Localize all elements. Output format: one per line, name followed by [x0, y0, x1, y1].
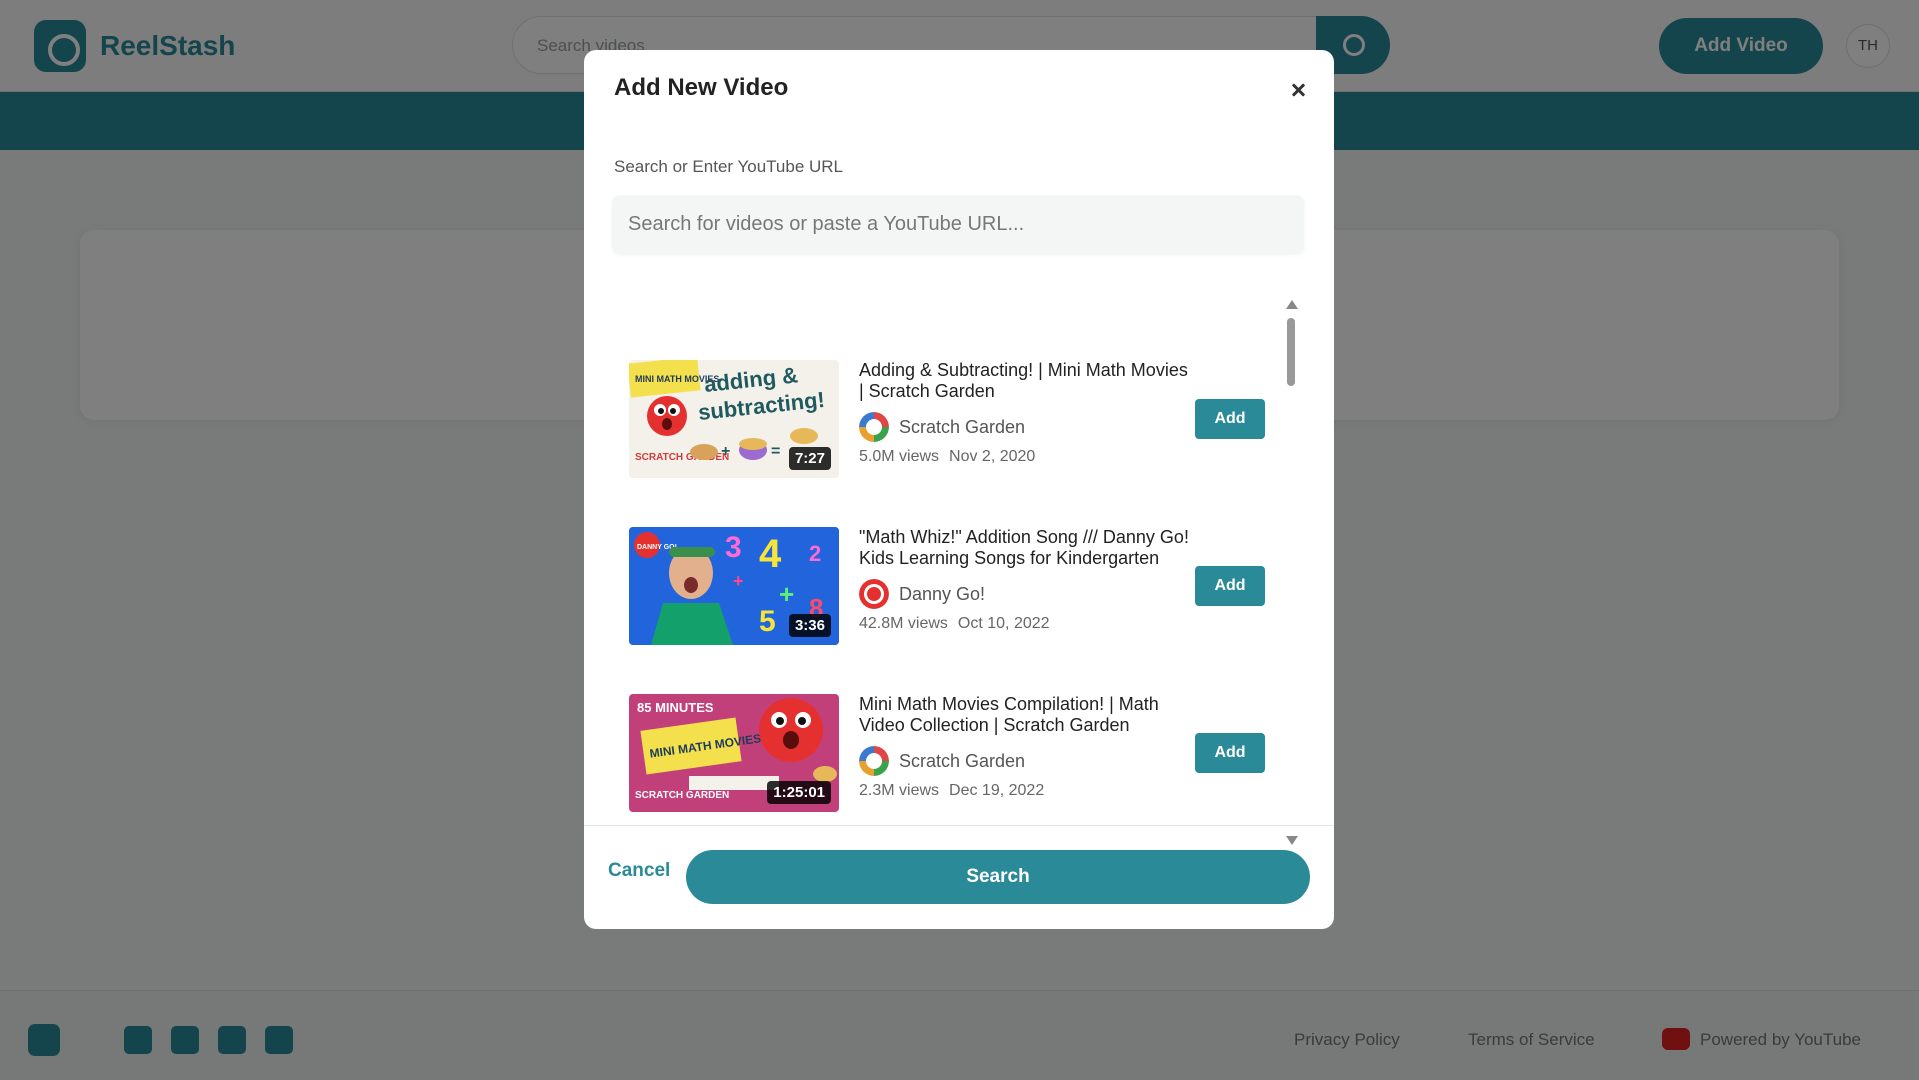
thumb3-top-text: 85 MINUTES: [637, 700, 714, 715]
svg-text:=: =: [771, 443, 780, 460]
svg-text:4: 4: [759, 532, 782, 576]
modal-title: Add New Video: [614, 74, 789, 101]
video-meta: 2.3M views Dec 19, 2022: [859, 782, 1044, 800]
footer-divider: [584, 825, 1334, 826]
video-duration: 1:25:01: [767, 781, 831, 804]
channel-name[interactable]: Scratch Garden: [899, 751, 1025, 772]
video-title[interactable]: "Math Whiz!" Addition Song /// Danny Go!…: [859, 527, 1189, 569]
video-meta: 5.0M views Nov 2, 2020: [859, 448, 1035, 466]
scroll-down-arrow-icon[interactable]: [1286, 836, 1298, 845]
svg-text:5: 5: [759, 605, 776, 638]
svg-text:+: +: [779, 579, 794, 609]
add-video-button[interactable]: Add: [1195, 733, 1265, 773]
view-count: 5.0M views: [859, 448, 940, 465]
search-button[interactable]: Search: [686, 850, 1310, 904]
channel-avatar: [859, 746, 889, 776]
channel-name[interactable]: Danny Go!: [899, 584, 985, 605]
video-title[interactable]: Adding & Subtracting! | Mini Math Movies…: [859, 360, 1189, 402]
search-results-list: MINI MATH MOVIES adding & subtracting! S…: [612, 290, 1284, 850]
publish-date: Nov 2, 2020: [949, 448, 1036, 465]
svg-text:3: 3: [725, 531, 742, 564]
channel-avatar: [859, 412, 889, 442]
video-search-input[interactable]: [612, 195, 1304, 253]
svg-text:2: 2: [809, 541, 821, 566]
video-meta: 42.8M views Oct 10, 2022: [859, 615, 1050, 633]
view-count: 42.8M views: [859, 615, 948, 632]
thumb3-brand: SCRATCH GARDEN: [635, 790, 729, 801]
result-item: MINI MATH MOVIES adding & subtracting! S…: [612, 360, 1284, 478]
add-video-button[interactable]: Add: [1195, 399, 1265, 439]
cancel-button[interactable]: Cancel: [608, 860, 670, 882]
video-duration: 7:27: [788, 447, 831, 470]
video-thumbnail[interactable]: MINI MATH MOVIES adding & subtracting! S…: [629, 360, 839, 478]
scroll-thumb[interactable]: [1287, 318, 1295, 386]
video-thumbnail[interactable]: 85 MINUTES MINI MATH MOVIES SCRATCH GARD…: [629, 694, 839, 812]
channel-name[interactable]: Scratch Garden: [899, 417, 1025, 438]
publish-date: Dec 19, 2022: [949, 782, 1045, 799]
publish-date: Oct 10, 2022: [957, 615, 1050, 632]
close-icon[interactable]: [1284, 76, 1312, 104]
results-scrollbar[interactable]: [1284, 300, 1298, 845]
video-thumbnail[interactable]: DANNY GO! 3 4 2 + + 5 8 3:36: [629, 527, 839, 645]
add-video-modal: Add New Video Search or Enter YouTube UR…: [584, 50, 1334, 929]
add-video-button[interactable]: Add: [1195, 566, 1265, 606]
svg-text:+: +: [721, 443, 730, 460]
scroll-up-arrow-icon[interactable]: [1286, 300, 1298, 309]
channel-avatar: [859, 579, 889, 609]
search-field-label: Search or Enter YouTube URL: [614, 157, 844, 176]
result-item: DANNY GO! 3 4 2 + + 5 8 3:36 "Math Whiz!…: [612, 527, 1284, 645]
video-title[interactable]: Mini Math Movies Compilation! | Math Vid…: [859, 694, 1189, 736]
view-count: 2.3M views: [859, 782, 940, 799]
svg-text:+: +: [733, 571, 744, 591]
result-item: 85 MINUTES MINI MATH MOVIES SCRATCH GARD…: [612, 694, 1284, 812]
video-duration: 3:36: [788, 614, 831, 637]
